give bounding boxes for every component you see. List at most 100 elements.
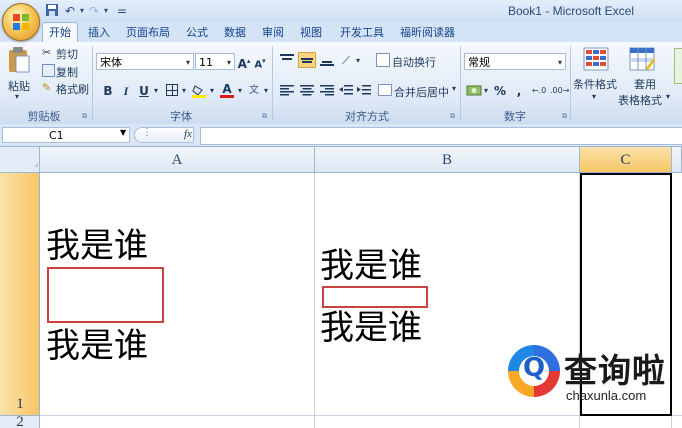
decrease-decimal-icon[interactable]: .00→ (550, 82, 569, 100)
cut-button[interactable]: 剪切 (56, 46, 78, 62)
increase-indent-icon[interactable] (356, 82, 372, 98)
tab-home[interactable]: 开始 (42, 22, 78, 43)
merge-center-button[interactable]: 合并后居中 (394, 84, 449, 100)
format-as-table-label-1[interactable]: 套用 (634, 76, 656, 92)
redo-dropdown-icon[interactable]: ▾ (98, 3, 114, 19)
align-middle-icon[interactable] (298, 52, 316, 68)
tab-page-layout[interactable]: 页面布局 (120, 24, 176, 42)
orientation-dropdown-icon[interactable]: ▾ (354, 52, 362, 70)
increase-decimal-icon[interactable]: ←.0 (530, 82, 548, 100)
comma-button[interactable]: , (512, 82, 526, 100)
conditional-formatting-button[interactable]: 条件格式 (573, 76, 617, 92)
phonetic-guide-icon[interactable]: 文 (246, 82, 262, 100)
format-table-dropdown-icon[interactable]: ▾ (666, 92, 670, 101)
row-header-1[interactable]: 1 (0, 173, 40, 416)
shrink-font-icon: A (254, 59, 263, 71)
format-painter-icon[interactable]: ✎ (42, 81, 51, 94)
conditional-formatting-icon[interactable] (582, 46, 610, 72)
tab-insert[interactable]: 插入 (82, 24, 116, 42)
decrease-indent-icon[interactable] (338, 82, 354, 98)
phonetic-dropdown-icon[interactable]: ▾ (262, 82, 270, 100)
tab-foxit-reader[interactable]: 福昕阅读器 (394, 24, 461, 42)
underline-dropdown-icon[interactable]: ▾ (152, 82, 160, 100)
tab-view[interactable]: 视图 (294, 24, 328, 42)
group-separator (272, 46, 273, 120)
format-as-table-icon[interactable] (628, 46, 656, 72)
conditional-dropdown-icon[interactable]: ▾ (592, 92, 596, 101)
font-launcher-icon[interactable]: ⧉ (262, 112, 267, 121)
clipboard-launcher-icon[interactable]: ⧉ (82, 112, 87, 121)
copy-button[interactable]: 复制 (56, 64, 78, 80)
paste-icon[interactable] (7, 46, 31, 74)
wrap-text-button[interactable]: 自动换行 (392, 54, 436, 70)
shrink-font-button[interactable]: A▾ (253, 52, 267, 70)
font-size-select[interactable]: 11 ▾ (195, 53, 235, 70)
cell-b1-line1: 我是谁 (320, 246, 422, 286)
chevron-down-icon: ▾ (185, 58, 190, 67)
font-group-label: 字体 (170, 110, 192, 123)
font-size-value: 11 (199, 56, 213, 69)
font-color-icon[interactable]: A (220, 83, 234, 98)
cut-icon[interactable]: ✂ (42, 46, 51, 59)
tab-review[interactable]: 审阅 (256, 24, 290, 42)
align-left-icon[interactable] (278, 82, 296, 98)
save-icon[interactable] (44, 3, 60, 19)
format-painter-button[interactable]: 格式刷 (56, 81, 89, 97)
column-header-a[interactable]: A (40, 147, 315, 173)
formula-input[interactable] (200, 127, 682, 145)
fill-color-dropdown-icon[interactable]: ▾ (208, 82, 216, 100)
number-launcher-icon[interactable]: ⧉ (562, 112, 567, 121)
row-header-2[interactable]: 2 (0, 416, 40, 428)
merge-dropdown-icon[interactable]: ▾ (452, 84, 456, 93)
name-box[interactable]: C1 (2, 127, 130, 143)
align-center-icon[interactable] (298, 82, 316, 98)
grow-font-button[interactable]: A▴ (237, 52, 251, 71)
grow-font-icon: A (237, 57, 247, 71)
row-number-1: 1 (16, 396, 24, 412)
name-box-dropdown-icon[interactable]: ▼ (120, 128, 126, 137)
tab-data[interactable]: 数据 (218, 24, 252, 42)
font-family-select[interactable]: 宋体 ▾ (96, 53, 194, 70)
copy-icon[interactable] (42, 64, 55, 77)
watermark-title: 查询啦 (564, 351, 666, 390)
alignment-group-label: 对齐方式 (345, 110, 389, 123)
fill-color-icon[interactable] (192, 84, 206, 98)
customize-quick-access[interactable]: = (114, 3, 130, 19)
annotation-box (322, 286, 428, 308)
font-family-value: 宋体 (100, 56, 122, 69)
chevron-down-icon: ▾ (226, 58, 231, 67)
chevron-down-icon: ▾ (557, 58, 562, 67)
number-format-select[interactable]: 常规 ▾ (464, 53, 566, 70)
watermark-url: chaxunla.com (566, 388, 647, 403)
formula-separator-icon: ⋮ (142, 127, 152, 138)
align-bottom-icon[interactable] (318, 52, 336, 68)
underline-button[interactable]: U (136, 82, 152, 100)
column-header-b[interactable]: B (315, 147, 580, 173)
format-as-table-button[interactable]: 表格格式 (618, 92, 662, 108)
number-format-value: 常规 (468, 56, 490, 69)
borders-icon[interactable] (166, 84, 178, 96)
align-top-icon[interactable] (278, 52, 296, 68)
orientation-icon[interactable]: ⟋ (338, 52, 354, 70)
insert-function-button[interactable]: fx (184, 128, 192, 140)
accounting-format-icon[interactable] (466, 82, 482, 98)
office-button[interactable] (2, 3, 40, 41)
borders-dropdown-icon[interactable]: ▾ (180, 82, 188, 100)
percent-button[interactable]: % (492, 82, 508, 100)
tab-formulas[interactable]: 公式 (180, 24, 214, 42)
wrap-text-icon (376, 53, 390, 67)
column-header-d[interactable] (672, 147, 682, 173)
accounting-dropdown-icon[interactable]: ▾ (482, 82, 490, 100)
clipboard-group-label: 剪贴板 (27, 110, 61, 123)
select-all-corner[interactable] (0, 147, 40, 173)
font-color-dropdown-icon[interactable]: ▾ (236, 82, 244, 100)
alignment-launcher-icon[interactable]: ⧉ (450, 112, 455, 121)
bold-button[interactable]: B (100, 82, 116, 100)
italic-button[interactable]: I (118, 82, 134, 100)
align-right-icon[interactable] (318, 82, 336, 98)
cell-a1-line2: 我是谁 (46, 326, 148, 366)
cell-styles-gallery[interactable] (674, 48, 682, 84)
tab-developer[interactable]: 开发工具 (334, 24, 390, 42)
column-header-c[interactable]: C (580, 147, 672, 173)
paste-dropdown-icon[interactable]: ▾ (15, 92, 19, 101)
